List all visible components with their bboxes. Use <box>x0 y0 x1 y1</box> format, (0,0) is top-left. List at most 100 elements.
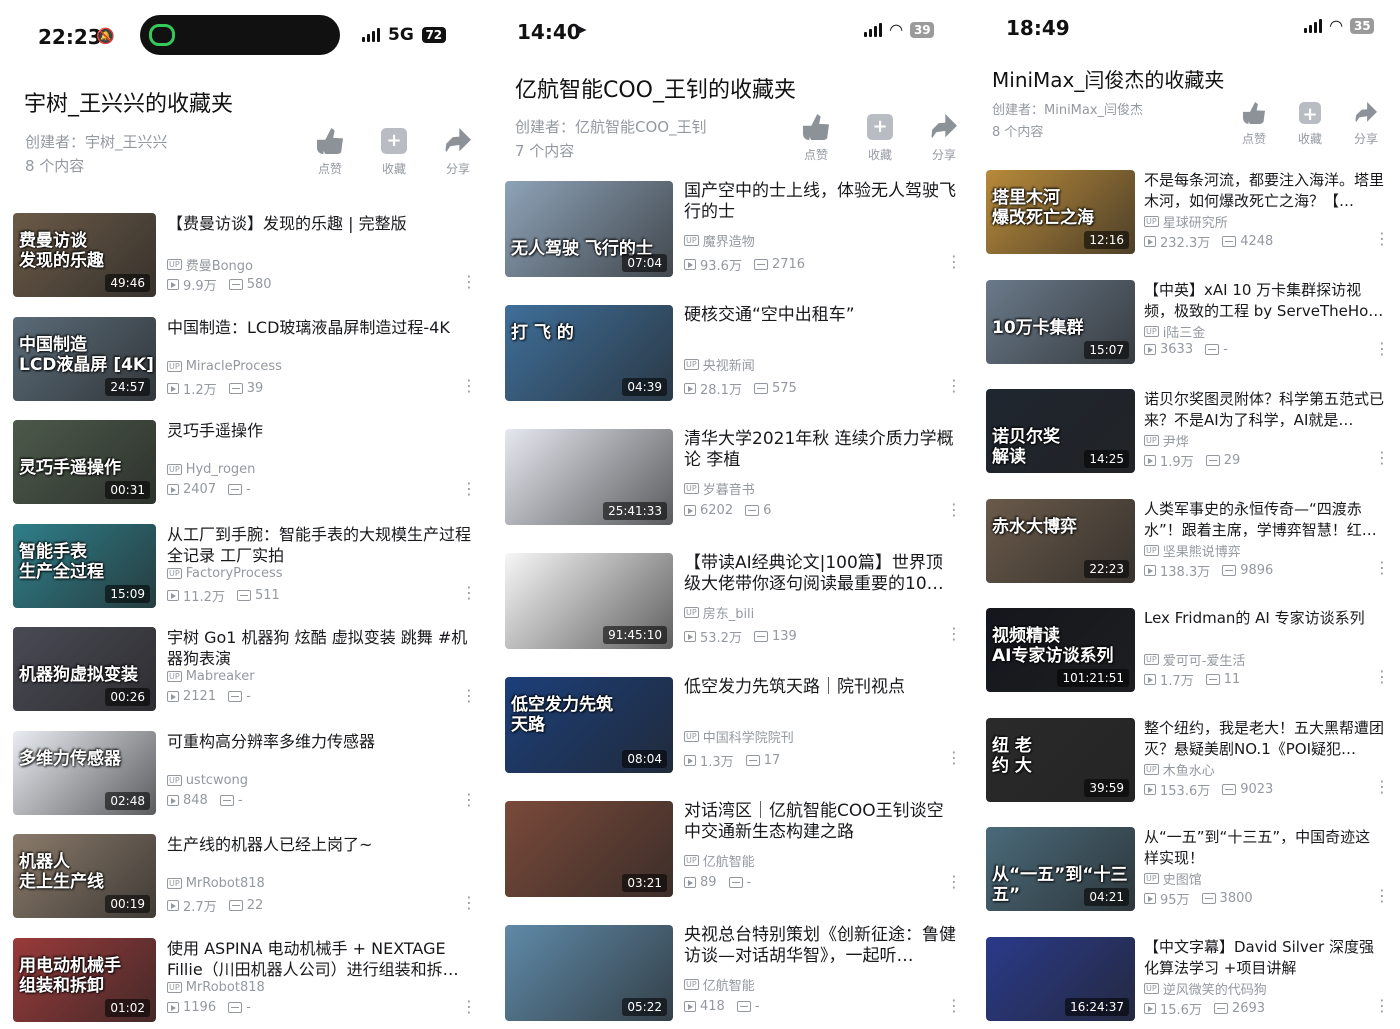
more-options-icon[interactable]: ⋮ <box>1374 669 1390 685</box>
uploader-row[interactable]: UP ustcwong <box>167 773 248 788</box>
video-list-item[interactable]: 低空发力先筑 天路 08:04 低空发力先筑天路｜院刊视点 UP 中国科学院院刊 1.3万… <box>505 677 962 781</box>
video-title[interactable]: 灵巧手遥操作 <box>167 420 471 462</box>
video-list-item[interactable]: 用电动机械手 组装和拆卸 01:02 使用 ASPINA 电动机械手 + NEXTA… <box>13 937 477 1029</box>
more-options-icon[interactable]: ⋮ <box>946 998 962 1014</box>
more-options-icon[interactable]: ⋮ <box>461 791 477 807</box>
video-title[interactable]: 可重构高分辨率多维力传感器 <box>167 731 471 773</box>
video-title[interactable]: 从“一五”到“十三五”，中国奇迹这样实现！ <box>1144 827 1384 869</box>
video-list-item[interactable]: 费曼访谈 发现的乐趣 49:46 【费曼访谈】发现的乐趣 | 完整版 UP 费曼Bong… <box>13 213 477 317</box>
favorite-button[interactable]: 收藏 <box>848 114 912 163</box>
video-list-item[interactable]: 赤水大博弈 22:23 人类军事史的永恒传奇—“四渡赤水”！跟着主席，学博弈智慧！红… <box>986 498 1390 603</box>
video-list-item[interactable]: 25:41:33 清华大学2021年秋 连续介质力学概论 李植 UP 岁暮音书 6202… <box>505 429 962 533</box>
video-title[interactable]: 硬核交通“空中出租车” <box>684 305 956 347</box>
more-options-icon[interactable]: ⋮ <box>461 274 477 290</box>
share-button[interactable]: 分享 <box>426 128 484 177</box>
video-title[interactable]: Lex Fridman的 AI 专家访谈系列 <box>1144 608 1384 650</box>
video-thumbnail[interactable]: 低空发力先筑 天路 08:04 <box>505 677 673 773</box>
video-title[interactable]: 不是每条河流，都要注入海洋。塔里木河，如何爆改死亡之海？【… <box>1144 170 1384 212</box>
more-options-icon[interactable]: ⋮ <box>461 688 477 704</box>
video-list-item[interactable]: 10万卡集群 15:07 【中英】xAI 10 万卡集群探访视频，极致的工程 by … <box>986 279 1390 384</box>
uploader-row[interactable]: UP 中国科学院院刊 <box>684 727 794 746</box>
uploader-row[interactable]: UP Mabreaker <box>167 669 255 684</box>
uploader-row[interactable]: UP MrRobot818 <box>167 876 265 891</box>
video-title[interactable]: 中国制造：LCD玻璃液晶屏制造过程-4K <box>167 317 471 359</box>
video-list-item[interactable]: 打 飞 的 04:39 硬核交通“空中出租车” UP 央视新闻 28.1万 575 ⋮ <box>505 305 962 409</box>
favorite-button[interactable]: 收藏 <box>362 128 426 177</box>
video-title[interactable]: 清华大学2021年秋 连续介质力学概论 李植 <box>684 429 956 471</box>
more-options-icon[interactable]: ⋮ <box>1374 559 1390 575</box>
more-options-icon[interactable]: ⋮ <box>946 750 962 766</box>
video-thumbnail[interactable]: 打 飞 的 04:39 <box>505 305 673 401</box>
more-options-icon[interactable]: ⋮ <box>1374 778 1390 794</box>
video-list-item[interactable]: 91:45:10 【带读AI经典论文|100篇】世界顶级大佬带你逐句阅读最重要的1… <box>505 553 962 657</box>
video-thumbnail[interactable]: 费曼访谈 发现的乐趣 49:46 <box>13 213 156 297</box>
more-options-icon[interactable]: ⋮ <box>1374 340 1390 356</box>
more-options-icon[interactable]: ⋮ <box>946 874 962 890</box>
video-list-item[interactable]: 无人驾驶 飞行的士 07:04 国产空中的士上线，体验无人驾驶飞行的士 UP 魔界造物 9… <box>505 181 962 285</box>
video-thumbnail[interactable]: 机器狗虚拟变装 00:26 <box>13 627 156 711</box>
video-list-item[interactable]: 机器狗虚拟变装 00:26 宇树 Go1 机器狗 炫酷 虚拟变装 跳舞 #机器狗表演… <box>13 627 477 731</box>
video-thumbnail[interactable]: 智能手表 生产全过程 15:09 <box>13 523 156 608</box>
uploader-row[interactable]: UP 木鱼水心 <box>1144 760 1215 779</box>
video-title[interactable]: 【带读AI经典论文|100篇】世界顶级大佬带你逐句阅读最重要的10… <box>684 553 956 595</box>
uploader-row[interactable]: UP 房东_bili <box>684 603 754 622</box>
video-thumbnail[interactable]: 诺贝尔奖 解读 14:25 <box>986 389 1135 473</box>
like-button[interactable]: 点赞 <box>784 114 848 163</box>
video-title[interactable]: 【中文字幕】David Silver 深度强化算法学习 +项目讲解 <box>1144 937 1384 979</box>
uploader-row[interactable]: UP 费曼Bongo <box>167 255 253 274</box>
video-thumbnail[interactable]: 用电动机械手 组装和拆卸 01:02 <box>13 937 156 1022</box>
video-thumbnail[interactable]: 纽 老 约 大 39:59 <box>986 717 1135 802</box>
video-list-item[interactable]: 机器人 走上生产线 00:19 生产线的机器人已经上岗了~ UP MrRobot818 2… <box>13 834 477 938</box>
video-list-item[interactable]: 16:24:37 【中文字幕】David Silver 深度强化算法学习 +项目讲… <box>986 936 1390 1029</box>
more-options-icon[interactable]: ⋮ <box>1374 450 1390 466</box>
uploader-row[interactable]: UP 史图馆 <box>1144 869 1202 888</box>
more-options-icon[interactable]: ⋮ <box>461 481 477 497</box>
uploader-row[interactable]: UP 亿航智能 <box>684 851 755 870</box>
video-title[interactable]: 人类军事史的永恒传奇—“四渡赤水”！跟着主席，学博弈智慧！红… <box>1144 499 1384 541</box>
uploader-row[interactable]: UP i陆三金 <box>1144 322 1205 341</box>
more-options-icon[interactable]: ⋮ <box>1374 997 1390 1013</box>
video-title[interactable]: 整个纽约，我是老大！五大黑帮遭团灭？悬疑美剧NO.1《POI疑犯… <box>1144 718 1384 760</box>
video-list-item[interactable]: 中国制造 LCD液晶屏 [4K] 24:57 中国制造：LCD玻璃液晶屏制造过程-4… <box>13 316 477 421</box>
uploader-row[interactable]: UP 逆风微笑的代码狗 <box>1144 979 1267 998</box>
uploader-row[interactable]: UP 岁暮音书 <box>684 479 755 498</box>
more-options-icon[interactable]: ⋮ <box>946 502 962 518</box>
more-options-icon[interactable]: ⋮ <box>946 378 962 394</box>
uploader-row[interactable]: UP MiracleProcess <box>167 359 282 374</box>
video-title[interactable]: 诺贝尔奖图灵附体？科学第五范式已来？不是AI为了科学，AI就是… <box>1144 389 1384 431</box>
uploader-row[interactable]: UP 央视新闻 <box>684 355 755 374</box>
video-thumbnail[interactable]: 塔里木河 爆改死亡之海 12:16 <box>986 170 1135 254</box>
more-options-icon[interactable]: ⋮ <box>946 254 962 270</box>
video-list-item[interactable]: 05:22 央视总台特别策划《创新征途：鲁健访谈—对话胡华智》，一起听… UP 亿航智… <box>505 925 962 1029</box>
video-thumbnail[interactable]: 灵巧手遥操作 00:31 <box>13 420 156 504</box>
like-button[interactable]: 点赞 <box>1226 102 1282 147</box>
share-button[interactable]: 分享 <box>912 114 976 163</box>
video-title[interactable]: 宇树 Go1 机器狗 炫酷 虚拟变装 跳舞 #机器狗表演 <box>167 627 471 669</box>
favorite-button[interactable]: 收藏 <box>1282 102 1338 147</box>
more-options-icon[interactable]: ⋮ <box>1374 231 1390 247</box>
video-thumbnail[interactable]: 10万卡集群 15:07 <box>986 279 1135 364</box>
uploader-row[interactable]: UP 尹烨 <box>1144 431 1189 450</box>
video-title[interactable]: 对话湾区｜亿航智能COO王钊谈空中交通新生态构建之路 <box>684 801 956 843</box>
video-title[interactable]: 【中英】xAI 10 万卡集群探访视频，极致的工程 by ServeTheHo… <box>1144 280 1384 322</box>
video-thumbnail[interactable]: 中国制造 LCD液晶屏 [4K] 24:57 <box>13 316 156 401</box>
like-button[interactable]: 点赞 <box>298 128 362 177</box>
video-thumbnail[interactable]: 03:21 <box>505 801 673 897</box>
more-options-icon[interactable]: ⋮ <box>461 895 477 911</box>
uploader-row[interactable]: UP MrRobot818 <box>167 980 265 995</box>
share-button[interactable]: 分享 <box>1338 102 1394 147</box>
video-thumbnail[interactable]: 赤水大博弈 22:23 <box>986 498 1135 583</box>
video-title[interactable]: 低空发力先筑天路｜院刊视点 <box>684 677 956 719</box>
video-title[interactable]: 使用 ASPINA 电动机械手 + NEXTAGE Fillie（川田机器人公司… <box>167 938 471 980</box>
uploader-row[interactable]: UP 爱可可-爱生活 <box>1144 650 1245 669</box>
video-thumbnail[interactable]: 25:41:33 <box>505 429 673 525</box>
video-title[interactable]: 生产线的机器人已经上岗了~ <box>167 834 471 876</box>
video-list-item[interactable]: 诺贝尔奖 解读 14:25 诺贝尔奖图灵附体？科学第五范式已来？不是AI为了科学，A… <box>986 389 1390 493</box>
more-options-icon[interactable]: ⋮ <box>1374 888 1390 904</box>
video-list-item[interactable]: 智能手表 生产全过程 15:09 从工厂到手腕：智能手表的大规模生产过程全记录 工厂… <box>13 523 477 628</box>
video-thumbnail[interactable]: 从“一五”到“十三五” 04:21 <box>986 827 1135 911</box>
video-title[interactable]: 央视总台特别策划《创新征途：鲁健访谈—对话胡华智》，一起听… <box>684 925 956 967</box>
video-list-item[interactable]: 多维力传感器 02:48 可重构高分辨率多维力传感器 UP ustcwong 848 - ⋮ <box>13 730 477 835</box>
video-title[interactable]: 从工厂到手腕：智能手表的大规模生产过程全记录 工厂实拍 <box>167 524 471 566</box>
video-thumbnail[interactable]: 16:24:37 <box>986 936 1135 1021</box>
